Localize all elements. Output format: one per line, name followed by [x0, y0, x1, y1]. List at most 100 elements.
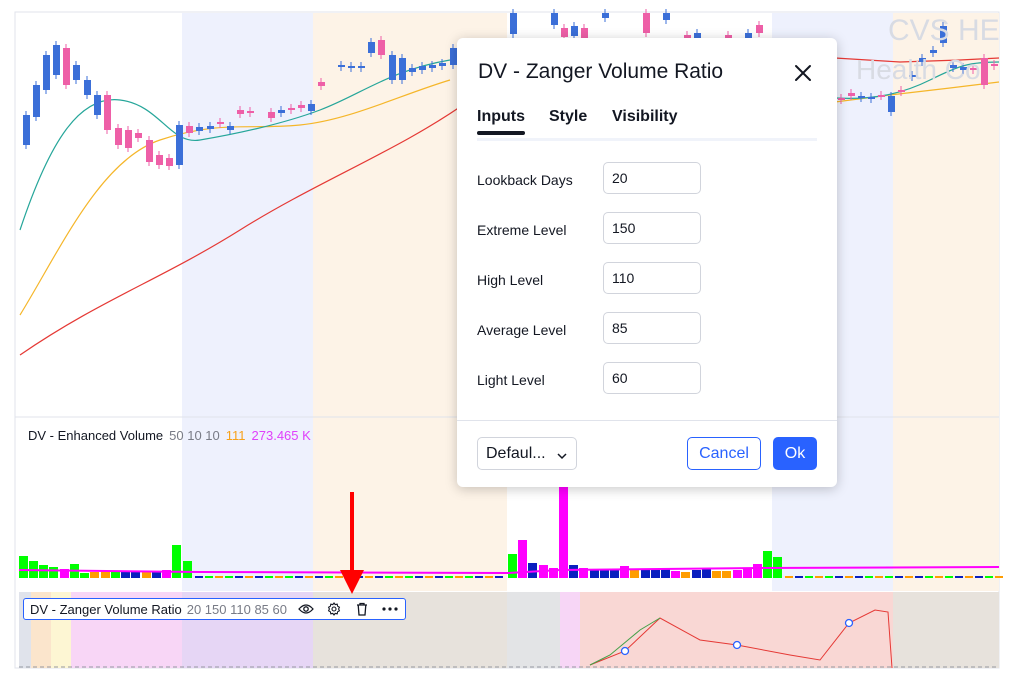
extreme-level-input[interactable]: [603, 212, 701, 244]
lookback-days-input[interactable]: [603, 162, 701, 194]
candle: [868, 97, 875, 99]
cancel-button[interactable]: Cancel: [687, 437, 761, 470]
volume-bar-small: [965, 576, 973, 578]
volume-bar: [753, 564, 762, 578]
volume-bar: [681, 572, 690, 578]
candle: [358, 66, 365, 68]
candle: [348, 66, 355, 68]
volume-bar-small: [825, 576, 833, 578]
candle: [166, 158, 173, 166]
defaults-label: Defaul...: [486, 444, 546, 462]
candle: [247, 111, 254, 113]
volume-bar-small: [405, 576, 413, 578]
candle: [898, 90, 905, 92]
volume-legend-name: DV - Enhanced Volume: [28, 428, 164, 443]
volume-bar: [733, 570, 742, 578]
volume-bar: [702, 569, 711, 578]
volume-bar-small: [305, 576, 313, 578]
close-icon[interactable]: [792, 62, 814, 84]
volume-bar-small: [915, 576, 923, 578]
defaults-dropdown[interactable]: Defaul...: [477, 437, 577, 470]
candle: [991, 64, 998, 66]
volume-bar: [671, 571, 680, 578]
candle: [318, 82, 325, 86]
light-level-input[interactable]: [603, 362, 701, 394]
candle: [237, 110, 244, 114]
candle: [338, 65, 345, 67]
volume-bar: [121, 572, 130, 578]
candle: [368, 42, 375, 53]
average-level-input[interactable]: [603, 312, 701, 344]
volume-bar-small: [485, 576, 493, 578]
candle: [227, 126, 234, 130]
ratio-zone: [507, 592, 560, 668]
volume-bar-small: [905, 576, 913, 578]
candle: [561, 28, 568, 37]
volume-bar: [101, 571, 110, 578]
ratio-marker: [620, 646, 630, 656]
tab-visibility[interactable]: Visibility: [612, 108, 678, 126]
candle: [94, 95, 101, 115]
high-level-input[interactable]: [603, 262, 701, 294]
candle: [439, 63, 446, 66]
volume-bar: [80, 573, 89, 578]
volume-bar-small: [245, 576, 253, 578]
tab-style[interactable]: Style: [549, 108, 587, 126]
candle: [125, 130, 132, 148]
volume-bar-small: [465, 576, 473, 578]
volume-bar-small: [865, 576, 873, 578]
eye-icon[interactable]: [297, 600, 315, 618]
candle: [399, 58, 406, 80]
volume-bar-small: [985, 576, 993, 578]
volume-bar-small: [805, 576, 813, 578]
volume-bar: [90, 572, 99, 578]
volume-bar: [722, 571, 731, 578]
volume-bar-small: [385, 576, 393, 578]
volume-bar-small: [885, 576, 893, 578]
volume-bar-small: [455, 576, 463, 578]
volume-bar-small: [785, 576, 793, 578]
candle: [43, 55, 50, 90]
more-icon[interactable]: [381, 600, 399, 618]
candle: [268, 112, 275, 118]
volume-bar: [692, 570, 701, 578]
indicator-settings-dialog[interactable]: DV - Zanger Volume Ratio Inputs Style Vi…: [457, 38, 837, 487]
volume-bar-small: [275, 576, 283, 578]
volume-bar: [111, 572, 120, 578]
candle: [551, 13, 558, 25]
candle: [510, 13, 517, 34]
ok-button[interactable]: Ok: [773, 437, 817, 470]
volume-bar-small: [195, 576, 203, 578]
candle: [298, 105, 305, 108]
volume-legend[interactable]: DV - Enhanced Volume 50 10 10 111 273.465 K: [28, 428, 317, 443]
volume-bar: [569, 565, 578, 578]
volume-bar-small: [315, 576, 323, 578]
volume-legend-params: 50 10 10: [169, 428, 220, 443]
tab-inputs[interactable]: Inputs: [477, 108, 525, 135]
gear-icon[interactable]: [325, 600, 343, 618]
volume-bar-small: [375, 576, 383, 578]
volume-bar-small: [235, 576, 243, 578]
volume-bar-small: [215, 576, 223, 578]
high-level-label: High Level: [477, 272, 544, 288]
volume-bar: [743, 568, 752, 578]
candle: [602, 13, 609, 18]
volume-bar: [152, 572, 161, 578]
volume-bar: [39, 565, 48, 578]
volume-bar-small: [795, 576, 803, 578]
volume-bar: [712, 571, 721, 578]
session-band: [893, 13, 999, 591]
volume-bar-small: [325, 576, 333, 578]
candle: [571, 26, 578, 36]
volume-bar-small: [295, 576, 303, 578]
candle: [33, 85, 40, 117]
candle: [756, 25, 763, 33]
candle: [643, 13, 650, 33]
indicator-legend-bar[interactable]: DV - Zanger Volume Ratio 20 150 110 85 6…: [23, 598, 406, 620]
candle: [409, 68, 416, 72]
symbol-watermark: CVS HE: [888, 14, 1000, 47]
volume-bar: [508, 554, 517, 578]
trash-icon[interactable]: [353, 600, 371, 618]
candle: [196, 127, 203, 131]
candle: [135, 133, 142, 138]
